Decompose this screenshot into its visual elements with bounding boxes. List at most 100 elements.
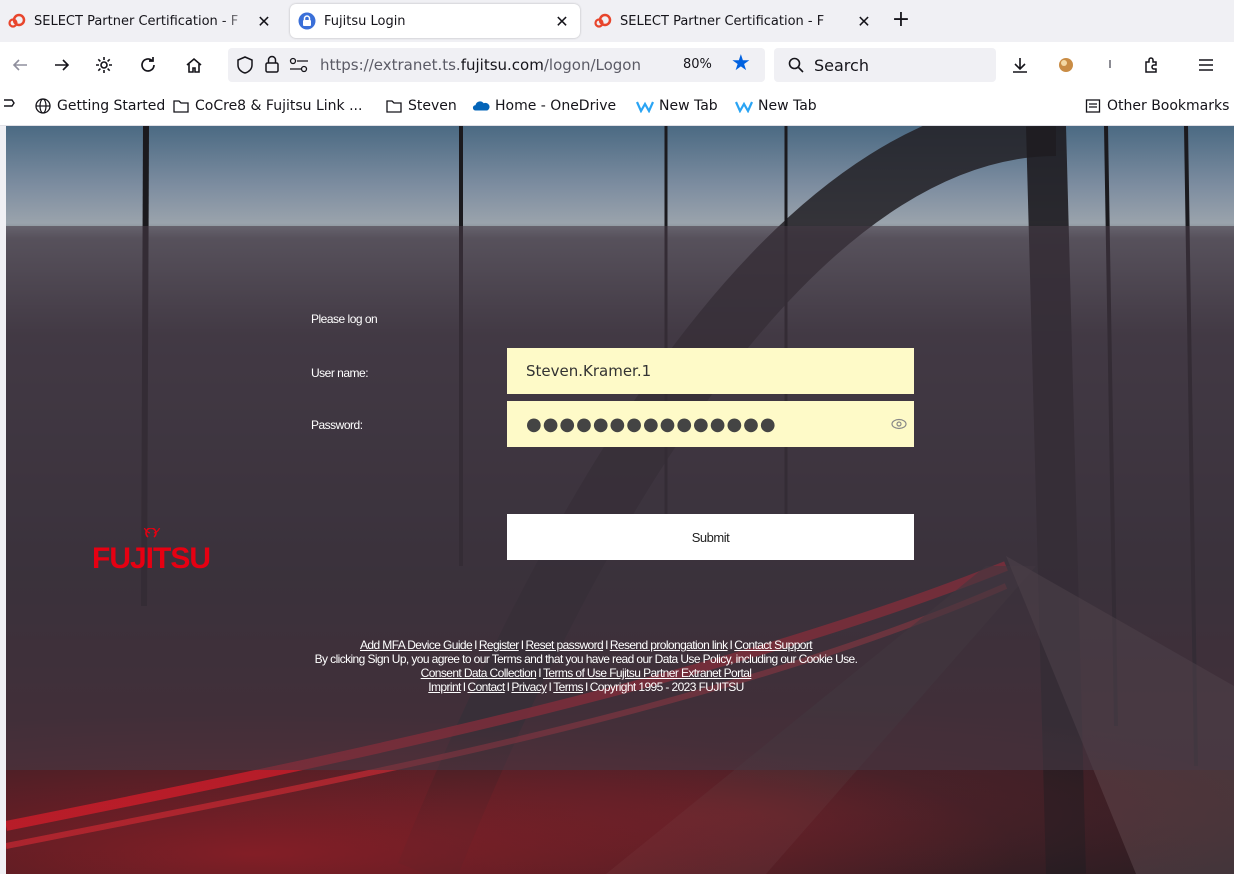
bookmarks-toolbar: Getting Started CoCre8 & Fujitsu Link ..…: [0, 88, 1234, 126]
consent-data-link[interactable]: Consent Data Collection: [421, 666, 537, 680]
bookmark-getting-started[interactable]: Getting Started: [34, 97, 165, 115]
bookmarks-folder-icon: [1084, 97, 1102, 115]
url-bar[interactable]: https://extranet.ts.fujitsu.com/logon/Lo…: [228, 48, 765, 82]
username-label: User name:: [311, 366, 369, 380]
back-button[interactable]: [6, 51, 34, 79]
extension-icon: [1059, 58, 1073, 72]
new-tab-button[interactable]: +: [888, 8, 914, 34]
tab-strip: SELECT Partner Certification - F ✕ Fujit…: [0, 0, 1234, 42]
puzzle-icon: [1145, 57, 1157, 73]
reload-button[interactable]: [134, 51, 162, 79]
footer: Add MFA Device Guide I Register I Reset pass…: [256, 638, 916, 694]
fujitsu-logo: FUJITSU: [92, 516, 222, 578]
separator: I: [548, 680, 552, 694]
copyright: Copyright 1995 - 2023 FUJITSU: [589, 680, 745, 694]
new-tab-icon: [636, 97, 654, 115]
forward-button[interactable]: [48, 51, 76, 79]
search-icon: [788, 57, 804, 73]
separator: I: [462, 680, 466, 694]
folder-icon: [172, 97, 190, 115]
extensions-menu-button[interactable]: [1138, 51, 1166, 79]
logo-text: FUJITSU: [92, 542, 210, 574]
shield-icon: [237, 56, 253, 74]
close-icon[interactable]: ✕: [552, 12, 572, 31]
separator: I: [506, 680, 510, 694]
url-suffix: /logon/Logon: [543, 56, 641, 74]
resend-prolongation-link[interactable]: Resend prolongation link: [610, 638, 728, 652]
globe-icon: [34, 97, 52, 115]
reload-icon: [141, 57, 155, 72]
extension-button[interactable]: [1052, 51, 1080, 79]
bookmark-onedrive[interactable]: Home - OneDrive: [472, 97, 616, 115]
tab-label: SELECT Partner Certification - F: [34, 13, 239, 29]
reset-password-link[interactable]: Reset password: [525, 638, 603, 652]
tab-select-partner-2[interactable]: SELECT Partner Certification - F ✕: [586, 4, 882, 38]
bookmark-label: Home - OneDrive: [495, 98, 617, 114]
separator: I: [474, 638, 477, 652]
select-logo-icon: [8, 12, 26, 30]
bookmark-label: Getting Started: [57, 98, 166, 114]
password-input[interactable]: ●●●●●●●●●●●●●●●: [507, 401, 914, 447]
tab-select-partner-1[interactable]: SELECT Partner Certification - F ✕: [0, 4, 282, 38]
home-icon: [186, 57, 202, 73]
submit-button[interactable]: Submit: [507, 514, 914, 560]
settings-button[interactable]: [90, 51, 118, 79]
page-content: Please log on User name: Steven.Kramer.1…: [6, 126, 1234, 874]
new-tab-icon: [735, 97, 753, 115]
tab-label: Fujitsu Login: [324, 13, 406, 29]
username-input[interactable]: Steven.Kramer.1: [507, 348, 914, 394]
folder-icon: [385, 97, 403, 115]
separator: I: [538, 666, 541, 680]
lock-icon[interactable]: [264, 54, 280, 74]
imprint-link[interactable]: Imprint: [428, 680, 461, 694]
tab-label: SELECT Partner Certification - F: [620, 13, 825, 29]
bookmark-overflow[interactable]: [2, 97, 16, 115]
app-menu-button[interactable]: [1192, 51, 1220, 79]
contact-link[interactable]: Contact: [468, 680, 506, 694]
bookmark-cocre8[interactable]: CoCre8 & Fujitsu Link ...: [172, 97, 362, 115]
close-icon[interactable]: ✕: [854, 12, 874, 31]
bookmark-new-tab-2[interactable]: New Tab: [735, 97, 817, 115]
close-icon[interactable]: ✕: [254, 12, 274, 31]
hamburger-icon: [1199, 59, 1213, 71]
eye-icon[interactable]: [890, 415, 908, 433]
footer-links-line4: Imprint I Contact I Privacy I Terms I Copyright …: [256, 680, 916, 694]
bookmark-new-tab-1[interactable]: New Tab: [636, 97, 718, 115]
bookmark-label: Steven: [408, 98, 457, 114]
footer-terms-notice: By clicking Sign Up, you agree to our Te…: [314, 652, 858, 666]
arrow-right-icon: [55, 59, 70, 71]
url-text[interactable]: https://extranet.ts.fujitsu.com/logon/Lo…: [320, 56, 670, 74]
search-input[interactable]: Search: [814, 56, 869, 75]
username-value: Steven.Kramer.1: [526, 362, 652, 380]
footer-links-line3: Consent Data Collection I Terms of Use Fuj…: [256, 666, 916, 680]
downloads-button[interactable]: [1006, 51, 1034, 79]
navigation-toolbar: https://extranet.ts.fujitsu.com/logon/Lo…: [0, 42, 1234, 88]
download-icon: [1013, 58, 1027, 73]
bookmark-label: CoCre8 & Fujitsu Link ...: [195, 98, 363, 114]
mfa-guide-link[interactable]: Add MFA Device Guide: [360, 638, 473, 652]
register-link[interactable]: Register: [479, 638, 519, 652]
bookmark-label: New Tab: [758, 98, 817, 114]
separator: I: [605, 638, 608, 652]
login-panel: Please log on User name: Steven.Kramer.1…: [6, 226, 1234, 770]
permissions-icon[interactable]: [288, 57, 310, 73]
contact-support-link[interactable]: Contact Support: [734, 638, 812, 652]
arrow-left-icon: [12, 59, 27, 71]
terms-of-use-link[interactable]: Terms of Use Fujitsu Partner Extranet Po…: [543, 666, 752, 680]
onedrive-icon: [472, 97, 490, 115]
password-label: Password:: [311, 418, 363, 432]
other-bookmarks[interactable]: Other Bookmarks: [1084, 97, 1229, 115]
login-heading: Please log on: [311, 312, 378, 326]
privacy-link[interactable]: Privacy: [511, 680, 547, 694]
extension-small-icon: [1109, 60, 1111, 68]
bookmark-steven[interactable]: Steven: [385, 97, 457, 115]
bookmark-partial-icon: [4, 99, 15, 107]
star-icon[interactable]: ★: [731, 51, 751, 76]
extension-button-2[interactable]: [1096, 51, 1124, 79]
zoom-level[interactable]: 80%: [683, 57, 712, 72]
home-button[interactable]: [180, 51, 208, 79]
terms-link[interactable]: Terms: [553, 680, 583, 694]
lock-icon: [298, 12, 316, 30]
search-bar[interactable]: Search: [774, 48, 996, 82]
tab-fujitsu-login[interactable]: Fujitsu Login ✕: [290, 4, 580, 38]
